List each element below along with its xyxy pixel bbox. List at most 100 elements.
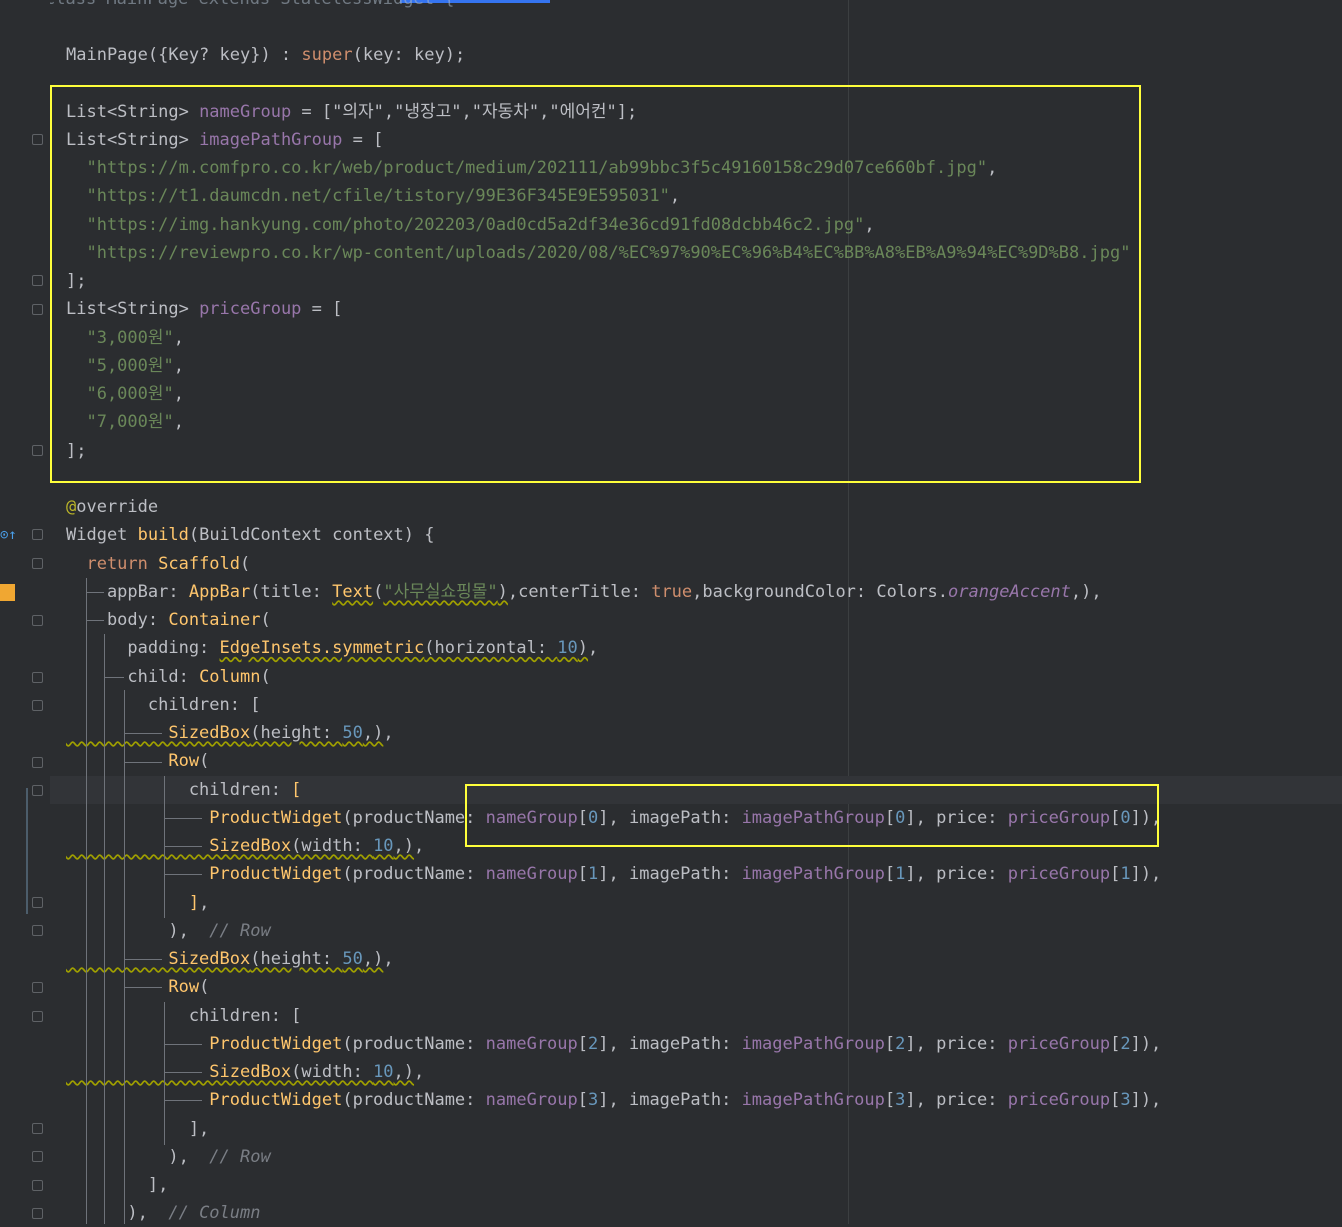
code-token: ProductWidget xyxy=(66,864,343,885)
code-line[interactable]: SizedBox(width: 10,), xyxy=(66,832,424,860)
fold-toggle-icon[interactable] xyxy=(32,134,43,145)
code-token: , xyxy=(383,723,394,743)
code-line[interactable]: ), // Column xyxy=(66,1199,260,1227)
code-line[interactable]: children: [ xyxy=(66,776,302,804)
code-token: ), xyxy=(66,1146,210,1167)
code-line[interactable]: child: Column( xyxy=(66,663,271,691)
code-token: ,) xyxy=(362,949,384,969)
code-token: // Column xyxy=(168,1203,261,1224)
code-token: 10 xyxy=(373,1062,394,1082)
code-line[interactable]: children: [ xyxy=(66,1002,302,1030)
code-token: Widget xyxy=(66,525,138,546)
code-token: ,centerTitle: xyxy=(507,581,652,602)
code-line[interactable]: ), // Row xyxy=(66,917,270,945)
fold-toggle-icon[interactable] xyxy=(32,925,43,936)
code-line[interactable]: ], xyxy=(66,1115,209,1143)
code-token: children: [ xyxy=(66,694,261,715)
fold-toggle-icon[interactable] xyxy=(32,1180,43,1191)
code-line[interactable]: @override xyxy=(66,493,158,521)
fold-toggle-icon[interactable] xyxy=(32,558,43,569)
fold-toggle-icon[interactable] xyxy=(32,1208,43,1219)
fold-toggle-icon[interactable] xyxy=(32,785,43,796)
code-token: orangeAccent xyxy=(948,581,1071,602)
editor-gutter[interactable] xyxy=(0,0,50,1224)
code-line[interactable]: SizedBox(width: 10,), xyxy=(66,1058,424,1086)
code-line[interactable]: ProductWidget(productName: nameGroup[1],… xyxy=(66,860,1161,888)
code-token: ]), xyxy=(1130,864,1162,885)
code-token: (productName: xyxy=(342,1033,486,1054)
fold-toggle-icon[interactable] xyxy=(32,672,43,683)
code-token: ( xyxy=(260,610,271,630)
code-token: @ xyxy=(66,497,77,517)
code-token: ], xyxy=(66,1118,210,1139)
fold-toggle-icon[interactable] xyxy=(32,304,43,315)
code-line[interactable]: ProductWidget(productName: nameGroup[2],… xyxy=(66,1030,1161,1058)
fold-toggle-icon[interactable] xyxy=(32,1011,43,1022)
fold-toggle-icon[interactable] xyxy=(32,615,43,626)
code-token: [ xyxy=(884,864,896,885)
bookmark-gutter-icon[interactable] xyxy=(0,584,15,601)
code-token: Container xyxy=(168,610,261,630)
code-line[interactable]: children: [ xyxy=(66,691,261,719)
code-line[interactable]: ProductWidget(productName: nameGroup[3],… xyxy=(66,1086,1161,1114)
code-token: ], price: xyxy=(905,1090,1008,1111)
code-token: Column xyxy=(199,666,261,687)
code-token: // Row xyxy=(209,1146,271,1167)
fold-toggle-icon[interactable] xyxy=(32,445,43,456)
code-token: ), xyxy=(66,1203,169,1224)
fold-toggle-icon[interactable] xyxy=(32,1151,43,1162)
indent-guide xyxy=(164,846,202,847)
fold-toggle-icon[interactable] xyxy=(32,1123,43,1134)
indent-guide xyxy=(124,959,162,960)
override-gutter-icon[interactable]: ⊙↑ xyxy=(0,527,17,543)
code-token: MainPage({Key? key}) : xyxy=(66,45,302,65)
code-line[interactable]: ), // Row xyxy=(66,1143,271,1171)
code-token: EdgeInsets.symmetric xyxy=(219,638,425,659)
code-token: ProductWidget xyxy=(66,1033,343,1054)
indent-guide xyxy=(164,776,165,918)
indent-guide xyxy=(164,874,202,875)
code-token: AppBar xyxy=(188,581,251,602)
code-token: (productName: xyxy=(342,864,486,885)
code-line[interactable]: ], xyxy=(66,889,210,917)
code-token: , xyxy=(199,892,210,913)
code-token: ( xyxy=(240,553,251,574)
code-token: imagePathGroup xyxy=(741,864,885,885)
code-token: true xyxy=(651,581,693,602)
fold-toggle-icon[interactable] xyxy=(32,982,43,993)
code-line[interactable]: Widget build(BuildContext context) { xyxy=(66,521,434,549)
code-token: nameGroup xyxy=(485,1033,578,1054)
code-line[interactable]: padding: EdgeInsets.symmetric(horizontal… xyxy=(66,634,598,662)
code-token: priceGroup xyxy=(1007,1090,1111,1111)
code-line[interactable]: SizedBox(height: 50,), xyxy=(66,719,394,747)
code-line[interactable]: ], xyxy=(66,1171,168,1199)
vcs-change-marker[interactable] xyxy=(26,788,28,914)
code-line[interactable]: MainPage({Key? key}) : super(key: key); xyxy=(66,41,465,69)
code-token: , xyxy=(588,638,599,659)
code-line[interactable]: return Scaffold( xyxy=(66,550,250,578)
code-token: build xyxy=(137,525,189,546)
fold-toggle-icon[interactable] xyxy=(32,700,43,711)
code-token: 50 xyxy=(342,723,363,743)
code-token: ( xyxy=(260,666,271,687)
fold-toggle-icon[interactable] xyxy=(32,275,43,286)
code-token: ]), xyxy=(1130,1033,1162,1054)
code-token: Scaffold xyxy=(158,553,241,574)
code-token: [ xyxy=(884,1033,896,1054)
fold-toggle-icon[interactable] xyxy=(32,897,43,908)
code-token: [ xyxy=(1110,864,1121,885)
fold-toggle-icon[interactable] xyxy=(32,757,43,768)
code-line[interactable]: appBar: AppBar(title: Text("사무실쇼핑몰"),cen… xyxy=(66,578,1102,606)
code-token: ,) xyxy=(362,723,384,743)
code-editor[interactable]: class MainPage extends StatelessWidget {… xyxy=(0,0,1342,1224)
code-token: (title: xyxy=(250,581,333,602)
code-token: 1 xyxy=(588,864,599,885)
code-token: ], price: xyxy=(905,864,1008,885)
partial-top-line: class MainPage extends StatelessWidget { xyxy=(45,0,454,9)
fold-toggle-icon[interactable] xyxy=(32,529,43,540)
code-line[interactable]: SizedBox(height: 50,), xyxy=(66,945,393,973)
indent-guide xyxy=(164,1100,202,1101)
code-token: ,) xyxy=(393,1062,415,1082)
code-token: (BuildContext context) { xyxy=(188,525,435,546)
code-token: 50 xyxy=(342,949,363,969)
